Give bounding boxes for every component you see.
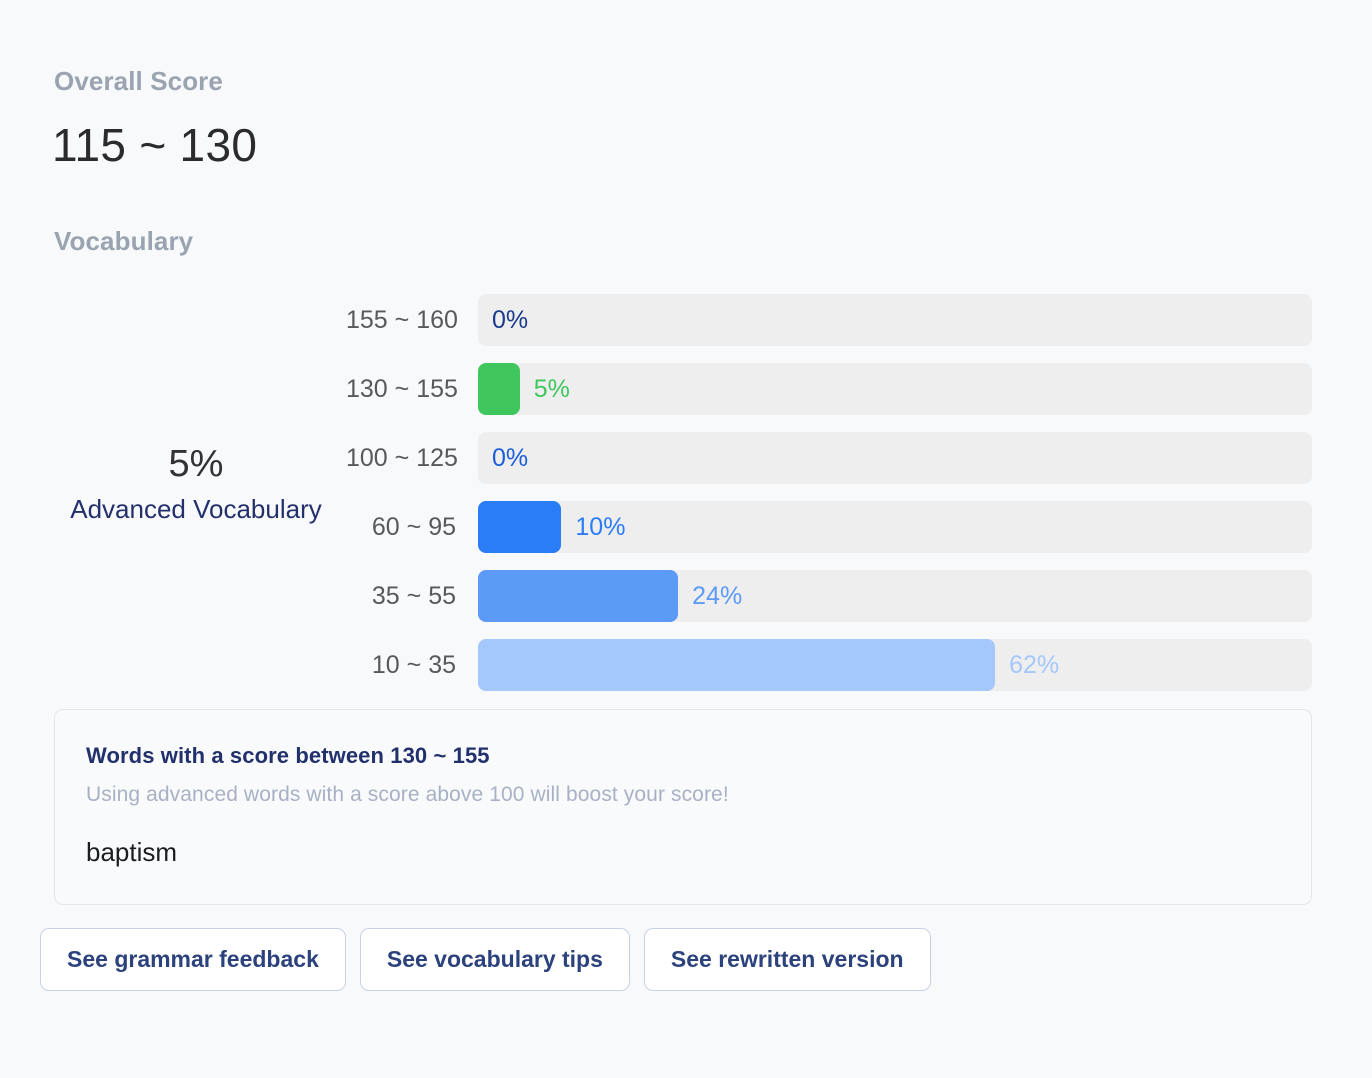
chart-row-track: 10%	[478, 501, 1312, 553]
chart-row-label: 130 ~ 155	[346, 374, 458, 403]
action-button-3[interactable]: See rewritten version	[643, 928, 931, 991]
chart-row-bar	[478, 639, 996, 691]
chart-row-bar	[478, 570, 679, 622]
chart-row-value: 24%	[692, 581, 743, 610]
chart-row-label: 100 ~ 125	[346, 443, 458, 472]
chart-row-value: 62%	[1009, 650, 1060, 679]
word-details-card: Words with a score between 130 ~ 155 Usi…	[54, 709, 1312, 905]
advanced-vocabulary-summary: 5% Advanced Vocabulary	[54, 443, 338, 525]
chart-row-track: 5%	[478, 363, 1312, 415]
chart-row-label: 10 ~ 35	[371, 650, 456, 679]
chart-row-label: 155 ~ 160	[346, 305, 458, 334]
vocabulary-section-label: Vocabulary	[54, 226, 194, 256]
chart-row-bar	[478, 363, 520, 415]
chart-row-bar	[478, 501, 562, 553]
score-report-panel: Overall Score 115 ~ 130 Vocabulary 5% Ad…	[0, 0, 1372, 1078]
chart-row: 130 ~ 155 5%	[346, 363, 1312, 415]
chart-row: 100 ~ 125 0%	[346, 432, 1312, 484]
vocabulary-distribution-chart: 155 ~ 160 0% 130 ~ 155 5% 100 ~ 125 0% 60 ~ 95…	[346, 294, 1312, 691]
chart-row-track: 62%	[478, 639, 1312, 691]
chart-row-track: 24%	[478, 570, 1312, 622]
word-details-word-list: baptism	[86, 837, 178, 867]
action-button-row: See grammar feedback See vocabulary tips S…	[40, 928, 931, 991]
chart-row-value: 5%	[533, 374, 570, 403]
overall-score-label: Overall Score	[54, 66, 223, 96]
advanced-vocabulary-caption: Advanced Vocabulary	[70, 493, 322, 524]
chart-row: 10 ~ 35 62%	[346, 639, 1312, 691]
advanced-vocabulary-percent: 5%	[168, 443, 224, 485]
chart-row-value: 0%	[492, 443, 529, 472]
chart-row-label: 60 ~ 95	[371, 512, 456, 541]
chart-row-track: 0%	[478, 294, 1312, 346]
chart-row: 60 ~ 95 10%	[346, 501, 1312, 553]
chart-row-label: 35 ~ 55	[371, 581, 456, 610]
chart-row-value: 0%	[492, 305, 529, 334]
action-button-1[interactable]: See grammar feedback	[40, 928, 346, 991]
overall-score-value: 115 ~ 130	[52, 119, 258, 171]
chart-row-value: 10%	[575, 512, 626, 541]
chart-row: 35 ~ 55 24%	[346, 570, 1312, 622]
word-details-title: Words with a score between 130 ~ 155	[86, 743, 490, 768]
chart-row-track: 0%	[478, 432, 1312, 484]
word-details-subtitle: Using advanced words with a score above …	[86, 783, 729, 806]
action-button-2[interactable]: See vocabulary tips	[359, 928, 630, 991]
chart-row: 155 ~ 160 0%	[346, 294, 1312, 346]
